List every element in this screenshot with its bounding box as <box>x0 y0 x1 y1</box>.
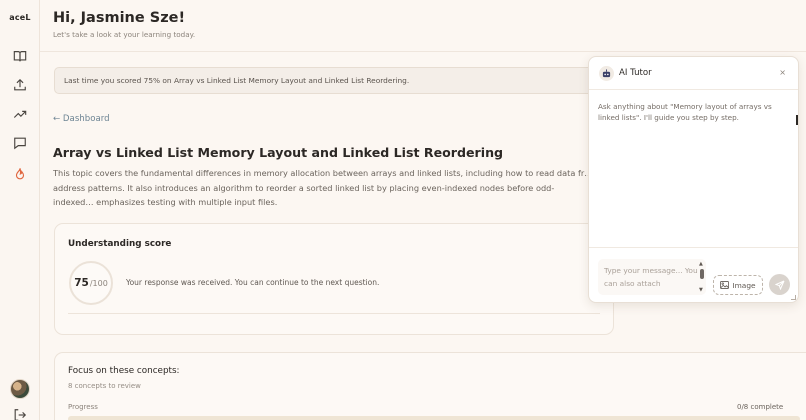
divider <box>68 313 600 314</box>
score-value: 75 <box>74 277 89 289</box>
scroll-thumb[interactable] <box>700 269 704 279</box>
send-button[interactable] <box>769 274 790 295</box>
close-icon[interactable]: × <box>779 68 786 77</box>
scroll-down-icon[interactable]: ▼ <box>699 287 703 293</box>
concepts-title: Focus on these concepts: <box>68 366 180 376</box>
chat-scrollbar[interactable] <box>796 115 798 125</box>
score-card-title: Understanding score <box>68 239 172 249</box>
progress-bar <box>68 416 800 420</box>
greeting-subtitle: Let's take a look at your learning today… <box>53 30 196 39</box>
book-icon[interactable] <box>12 48 28 64</box>
dashboard-back-link[interactable]: ← Dashboard <box>53 114 110 124</box>
send-icon <box>774 280 784 290</box>
flame-icon[interactable] <box>12 166 28 182</box>
chat-icon[interactable] <box>12 135 28 151</box>
progress-count: 0/8 complete <box>737 403 784 411</box>
concepts-card: Focus on these concepts: 8 concepts to r… <box>54 352 806 420</box>
input-scrollbar[interactable]: ▲ ▼ <box>699 261 705 295</box>
tutor-title: AI Tutor <box>619 68 652 78</box>
ai-tutor-panel: AI Tutor × Ask anything about "Memory la… <box>588 56 799 303</box>
message-input[interactable] <box>598 259 706 295</box>
tutor-header: AI Tutor × <box>589 57 798 90</box>
progress-label: Progress <box>68 403 98 411</box>
topic-description: This topic covers the fundamental differ… <box>53 168 593 208</box>
last-score-notice: Last time you scored 75% on Array vs Lin… <box>54 67 614 94</box>
upload-icon[interactable] <box>12 77 28 93</box>
score-message: Your response was received. You can cont… <box>126 278 380 287</box>
tutor-input-area: ▲ ▼ Image <box>589 247 798 304</box>
image-icon <box>720 281 730 289</box>
tutor-intro-message: Ask anything about "Memory layout of arr… <box>598 102 772 123</box>
scroll-up-icon[interactable]: ▲ <box>699 261 703 267</box>
greeting: Hi, Jasmine Sze! <box>53 10 186 26</box>
image-button-label: Image <box>732 280 756 290</box>
logout-icon[interactable] <box>12 407 28 420</box>
app-logo[interactable]: aceL <box>0 13 40 22</box>
page-header: Hi, Jasmine Sze! Let's take a look at yo… <box>40 0 806 52</box>
concepts-subtitle: 8 concepts to review <box>68 382 141 390</box>
trending-icon[interactable] <box>12 106 28 122</box>
sidebar: aceL <box>0 0 40 420</box>
resize-handle[interactable] <box>791 295 796 300</box>
robot-icon <box>599 66 614 81</box>
score-ring: 75/100 <box>69 261 113 305</box>
page-title: Array vs Linked List Memory Layout and L… <box>53 145 504 160</box>
score-card: Understanding score 75/100 Your response… <box>54 223 614 335</box>
attach-image-button[interactable]: Image <box>713 275 763 295</box>
score-max: /100 <box>89 278 108 288</box>
avatar[interactable] <box>10 379 30 399</box>
